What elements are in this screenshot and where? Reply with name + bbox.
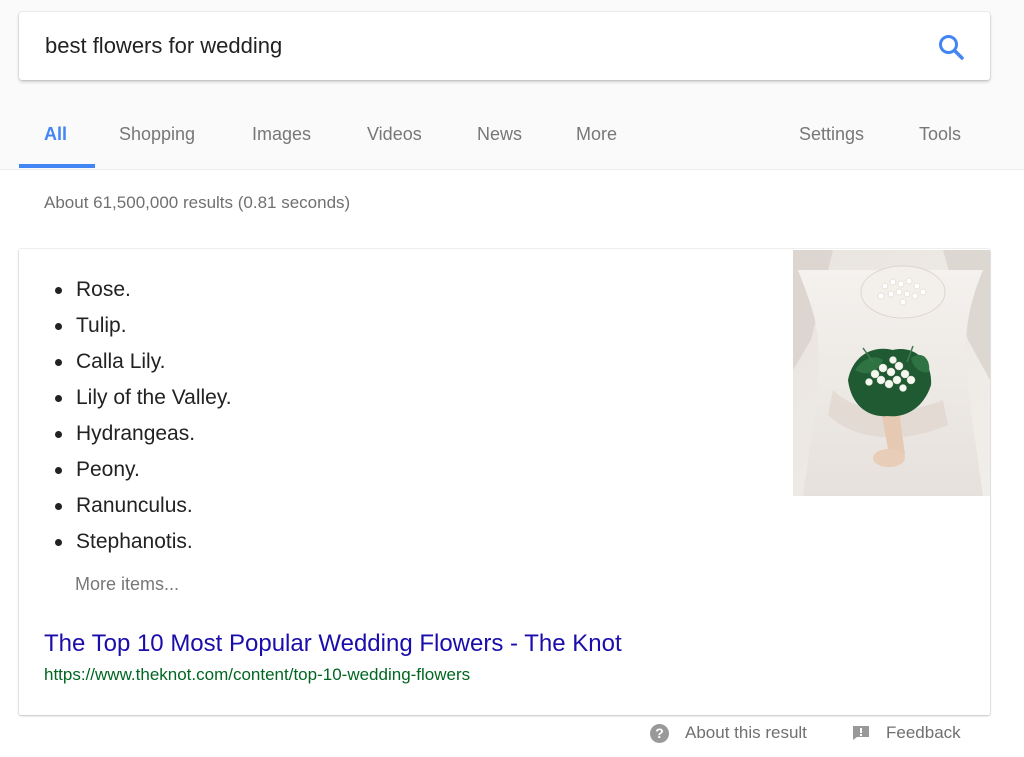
list-item-label: Ranunculus. [76, 494, 193, 517]
feedback-icon [853, 726, 869, 740]
tab-videos[interactable]: Videos [367, 112, 422, 170]
bullet-icon [55, 503, 62, 510]
list-item-label: Stephanotis. [76, 530, 193, 553]
result-url: https://www.theknot.com/content/top-10-w… [44, 665, 471, 684]
bullet-icon [55, 539, 62, 546]
search-input[interactable] [45, 30, 905, 62]
list-item: Stephanotis. [55, 526, 232, 562]
search-box[interactable] [19, 12, 990, 80]
tab-shopping[interactable]: Shopping [119, 112, 195, 170]
tab-images[interactable]: Images [252, 112, 311, 170]
bullet-icon [55, 467, 62, 474]
snippet-thumbnail-image[interactable] [793, 250, 990, 496]
list-item: Lily of the Valley. [55, 382, 232, 418]
about-this-result-label: About this result [685, 723, 807, 742]
tab-all[interactable]: All [44, 112, 67, 170]
feedback-label: Feedback [886, 723, 961, 742]
more-items-link[interactable]: More items... [75, 574, 179, 595]
list-item: Hydrangeas. [55, 418, 232, 454]
active-tab-indicator [19, 164, 95, 168]
feedback-link[interactable]: Feedback [852, 720, 961, 746]
list-item-label: Hydrangeas. [76, 422, 196, 445]
list-item-label: Lily of the Valley. [76, 386, 232, 409]
help-icon: ? [650, 723, 669, 743]
list-item: Rose. [55, 274, 232, 310]
bullet-icon [55, 431, 62, 438]
tab-news[interactable]: News [477, 112, 522, 170]
bullet-icon [55, 287, 62, 294]
bullet-icon [55, 323, 62, 330]
result-title-link[interactable]: The Top 10 Most Popular Wedding Flowers … [44, 630, 622, 658]
list-item: Peony. [55, 454, 232, 490]
list-item: Tulip. [55, 310, 232, 346]
bullet-icon [55, 395, 62, 402]
tab-tools[interactable]: Tools [919, 112, 961, 170]
list-item-label: Rose. [76, 278, 131, 301]
list-item: Ranunculus. [55, 490, 232, 526]
results-stats: About 61,500,000 results (0.81 seconds) [44, 193, 351, 212]
list-item-label: Calla Lily. [76, 350, 166, 373]
tab-settings[interactable]: Settings [799, 112, 864, 170]
bullet-icon [55, 359, 62, 366]
search-tabs: All Shopping Images Videos News More Set… [0, 112, 1024, 170]
list-item-label: Tulip. [76, 314, 127, 337]
list-item: Calla Lily. [55, 346, 232, 382]
tab-more[interactable]: More [576, 112, 617, 170]
about-this-result-link[interactable]: ? About this result [650, 720, 807, 746]
search-icon [939, 35, 964, 60]
snippet-list: Rose. Tulip. Calla Lily. Lily of the Val… [55, 274, 232, 562]
search-button[interactable] [934, 30, 968, 64]
bride-bouquet-image [793, 250, 990, 496]
list-item-label: Peony. [76, 458, 140, 481]
